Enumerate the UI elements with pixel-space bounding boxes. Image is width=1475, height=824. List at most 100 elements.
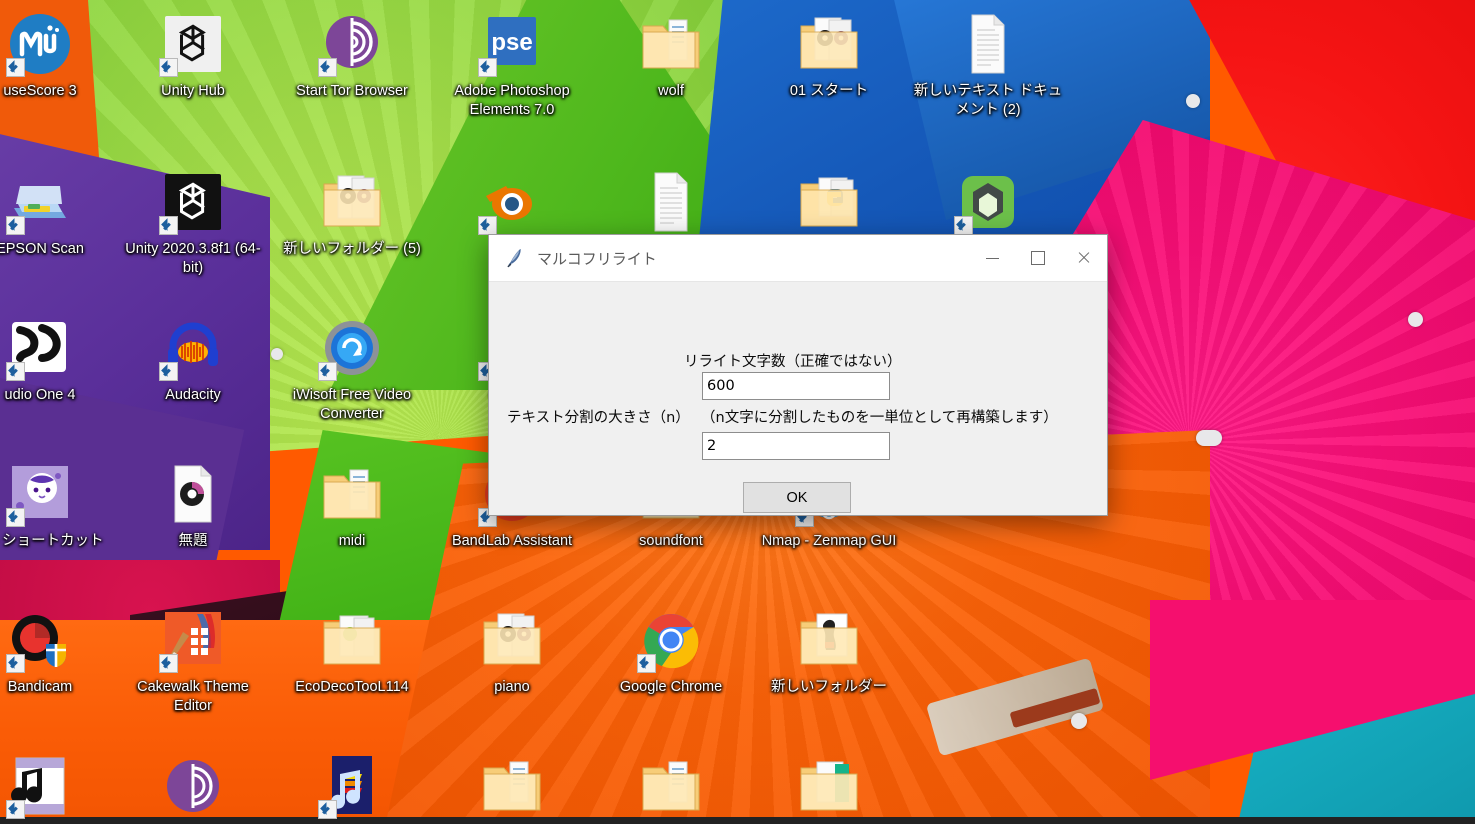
desktop-icon-label: iWisoft Free Video Converter xyxy=(292,387,412,423)
desktop-icon[interactable] xyxy=(908,170,1068,240)
desktop-icon-label: soundfont xyxy=(639,533,703,549)
desktop-icon[interactable]: udio One 4 xyxy=(0,316,120,405)
desktop-icon-label: Google Chrome xyxy=(619,679,723,695)
bandicam-icon xyxy=(6,608,72,673)
tor-browser-icon xyxy=(318,12,384,77)
folder-media-icon xyxy=(797,12,861,76)
desktop-icon[interactable]: ra - ショートカット xyxy=(0,462,120,551)
desktop-icon-label: Audacity xyxy=(165,387,221,403)
window-controls xyxy=(969,235,1107,281)
python-feather-icon xyxy=(503,247,525,269)
text-document-icon xyxy=(956,12,1020,76)
desktop-icon-label: EPSON Scan xyxy=(0,241,84,257)
blender-icon xyxy=(478,170,544,235)
desktop-icon[interactable] xyxy=(432,754,592,824)
tor-purple-icon xyxy=(161,754,225,818)
desktop-icon[interactable]: Audacity xyxy=(113,316,273,405)
desktop-icon[interactable]: 01 スタート xyxy=(749,12,909,101)
char-count-label: リライト文字数（正確ではない） xyxy=(684,354,902,370)
text-document-icon xyxy=(639,170,703,234)
shortcut-overlay-icon xyxy=(159,216,178,235)
minimize-icon[interactable] xyxy=(969,235,1015,281)
desktop-icon[interactable]: EcoDecoTooL114 xyxy=(272,608,432,697)
desktop-icon[interactable] xyxy=(749,754,909,824)
dialog-titlebar[interactable]: マルコフリライト xyxy=(489,235,1107,282)
ok-button[interactable]: OK xyxy=(743,482,851,513)
musescore-icon xyxy=(6,12,72,77)
desktop-icon[interactable]: pse Adobe Photoshop Elements 7.0 xyxy=(432,12,592,120)
split-size-input[interactable] xyxy=(702,432,890,460)
maximize-icon[interactable] xyxy=(1015,235,1061,281)
epson-scan-icon xyxy=(6,170,72,235)
green-hex-icon xyxy=(954,170,1020,235)
desktop-icon[interactable] xyxy=(272,754,432,824)
desktop-icon[interactable] xyxy=(0,754,120,824)
desktop-icon-label: useScore 3 xyxy=(3,83,77,99)
dialog-title: マルコフリライト xyxy=(537,250,657,268)
audio-doc-icon xyxy=(161,462,225,526)
desktop-icon[interactable]: useScore 3 xyxy=(0,12,120,101)
anime-picture-icon xyxy=(6,462,72,527)
desktop-icon[interactable]: 新しいフォルダー xyxy=(749,608,909,697)
markov-rewrite-dialog[interactable]: マルコフリライト リライト文字数（正確ではない） テキスト分割の大きさ（n） （… xyxy=(488,234,1108,516)
shortcut-overlay-icon xyxy=(318,362,337,381)
desktop-icon[interactable] xyxy=(591,754,751,824)
cakewalk-theme-icon xyxy=(159,608,225,673)
desktop-icon[interactable]: Cakewalk Theme Editor xyxy=(113,608,273,716)
desktop-icon-label: 新しいテキスト ドキュメント (2) xyxy=(913,83,1063,119)
desktop-icon-label: wolf xyxy=(658,83,684,99)
folder-python-icon xyxy=(797,170,861,234)
desktop-icon[interactable]: midi xyxy=(272,462,432,551)
midi-music-icon xyxy=(318,754,384,819)
desktop-icon[interactable]: Start Tor Browser xyxy=(272,12,432,101)
shortcut-overlay-icon xyxy=(159,654,178,673)
folder-icon xyxy=(480,754,544,818)
desktop-icon[interactable]: 新しいフォルダー (5) xyxy=(272,170,432,259)
shortcut-overlay-icon xyxy=(6,362,25,381)
shortcut-overlay-icon xyxy=(954,216,973,235)
photoshop-elements-icon: pse xyxy=(478,12,544,77)
desktop-icon[interactable]: piano xyxy=(432,608,592,697)
desktop-icon[interactable]: 無題 xyxy=(113,462,273,551)
folder-icon xyxy=(639,12,703,76)
shortcut-overlay-icon xyxy=(318,800,337,819)
desktop-icon[interactable]: wolf xyxy=(591,12,751,101)
unity-editor-icon xyxy=(159,170,225,235)
folder-anime-icon xyxy=(797,608,861,672)
desktop-icon-label: 新しいフォルダー (5) xyxy=(283,241,421,257)
shortcut-overlay-icon xyxy=(6,58,25,77)
music-note-icon xyxy=(6,754,72,819)
folder-green-icon xyxy=(320,608,384,672)
svg-text:pse: pse xyxy=(491,29,532,56)
desktop-icon-label: Unity 2020.3.8f1 (64-bit) xyxy=(125,241,261,277)
desktop-icon[interactable]: Unity 2020.3.8f1 (64-bit) xyxy=(113,170,273,278)
desktop-icon[interactable]: 新しいテキスト ドキュメント (2) xyxy=(908,12,1068,120)
desktop-icon[interactable]: EPSON Scan xyxy=(0,170,120,259)
desktop-icon-label: Start Tor Browser xyxy=(296,83,408,99)
desktop-icon[interactable]: Bandicam xyxy=(0,608,120,697)
desktop-icon[interactable] xyxy=(591,170,751,240)
desktop-icon[interactable]: Google Chrome xyxy=(591,608,751,697)
folder-icon xyxy=(639,754,703,818)
close-icon[interactable] xyxy=(1061,235,1107,281)
shortcut-overlay-icon xyxy=(159,58,178,77)
desktop-icon[interactable] xyxy=(749,170,909,240)
desktop-icon-label: Bandicam xyxy=(7,679,73,695)
shortcut-overlay-icon xyxy=(6,508,25,527)
char-count-input[interactable] xyxy=(702,372,890,400)
desktop-icon-label: 新しいフォルダー xyxy=(771,679,887,695)
desktop-icon[interactable]: Unity Hub xyxy=(113,12,273,101)
shortcut-overlay-icon xyxy=(6,654,25,673)
studio-one-icon xyxy=(6,316,72,381)
desktop-icon[interactable]: iWisoft Free Video Converter xyxy=(272,316,432,424)
unity-hub-icon xyxy=(159,12,225,77)
desktop-icon-label: Adobe Photoshop Elements 7.0 xyxy=(454,83,570,119)
desktop-icon-label: BandLab Assistant xyxy=(451,533,573,549)
folder-media-icon xyxy=(480,608,544,672)
folder-media-icon xyxy=(320,170,384,234)
desktop-icon-label: Nmap - Zenmap GUI xyxy=(761,533,897,549)
iwisoft-icon xyxy=(318,316,384,381)
desktop-icon[interactable] xyxy=(113,754,273,824)
shortcut-overlay-icon xyxy=(478,58,497,77)
folder-teal-icon xyxy=(797,754,861,818)
